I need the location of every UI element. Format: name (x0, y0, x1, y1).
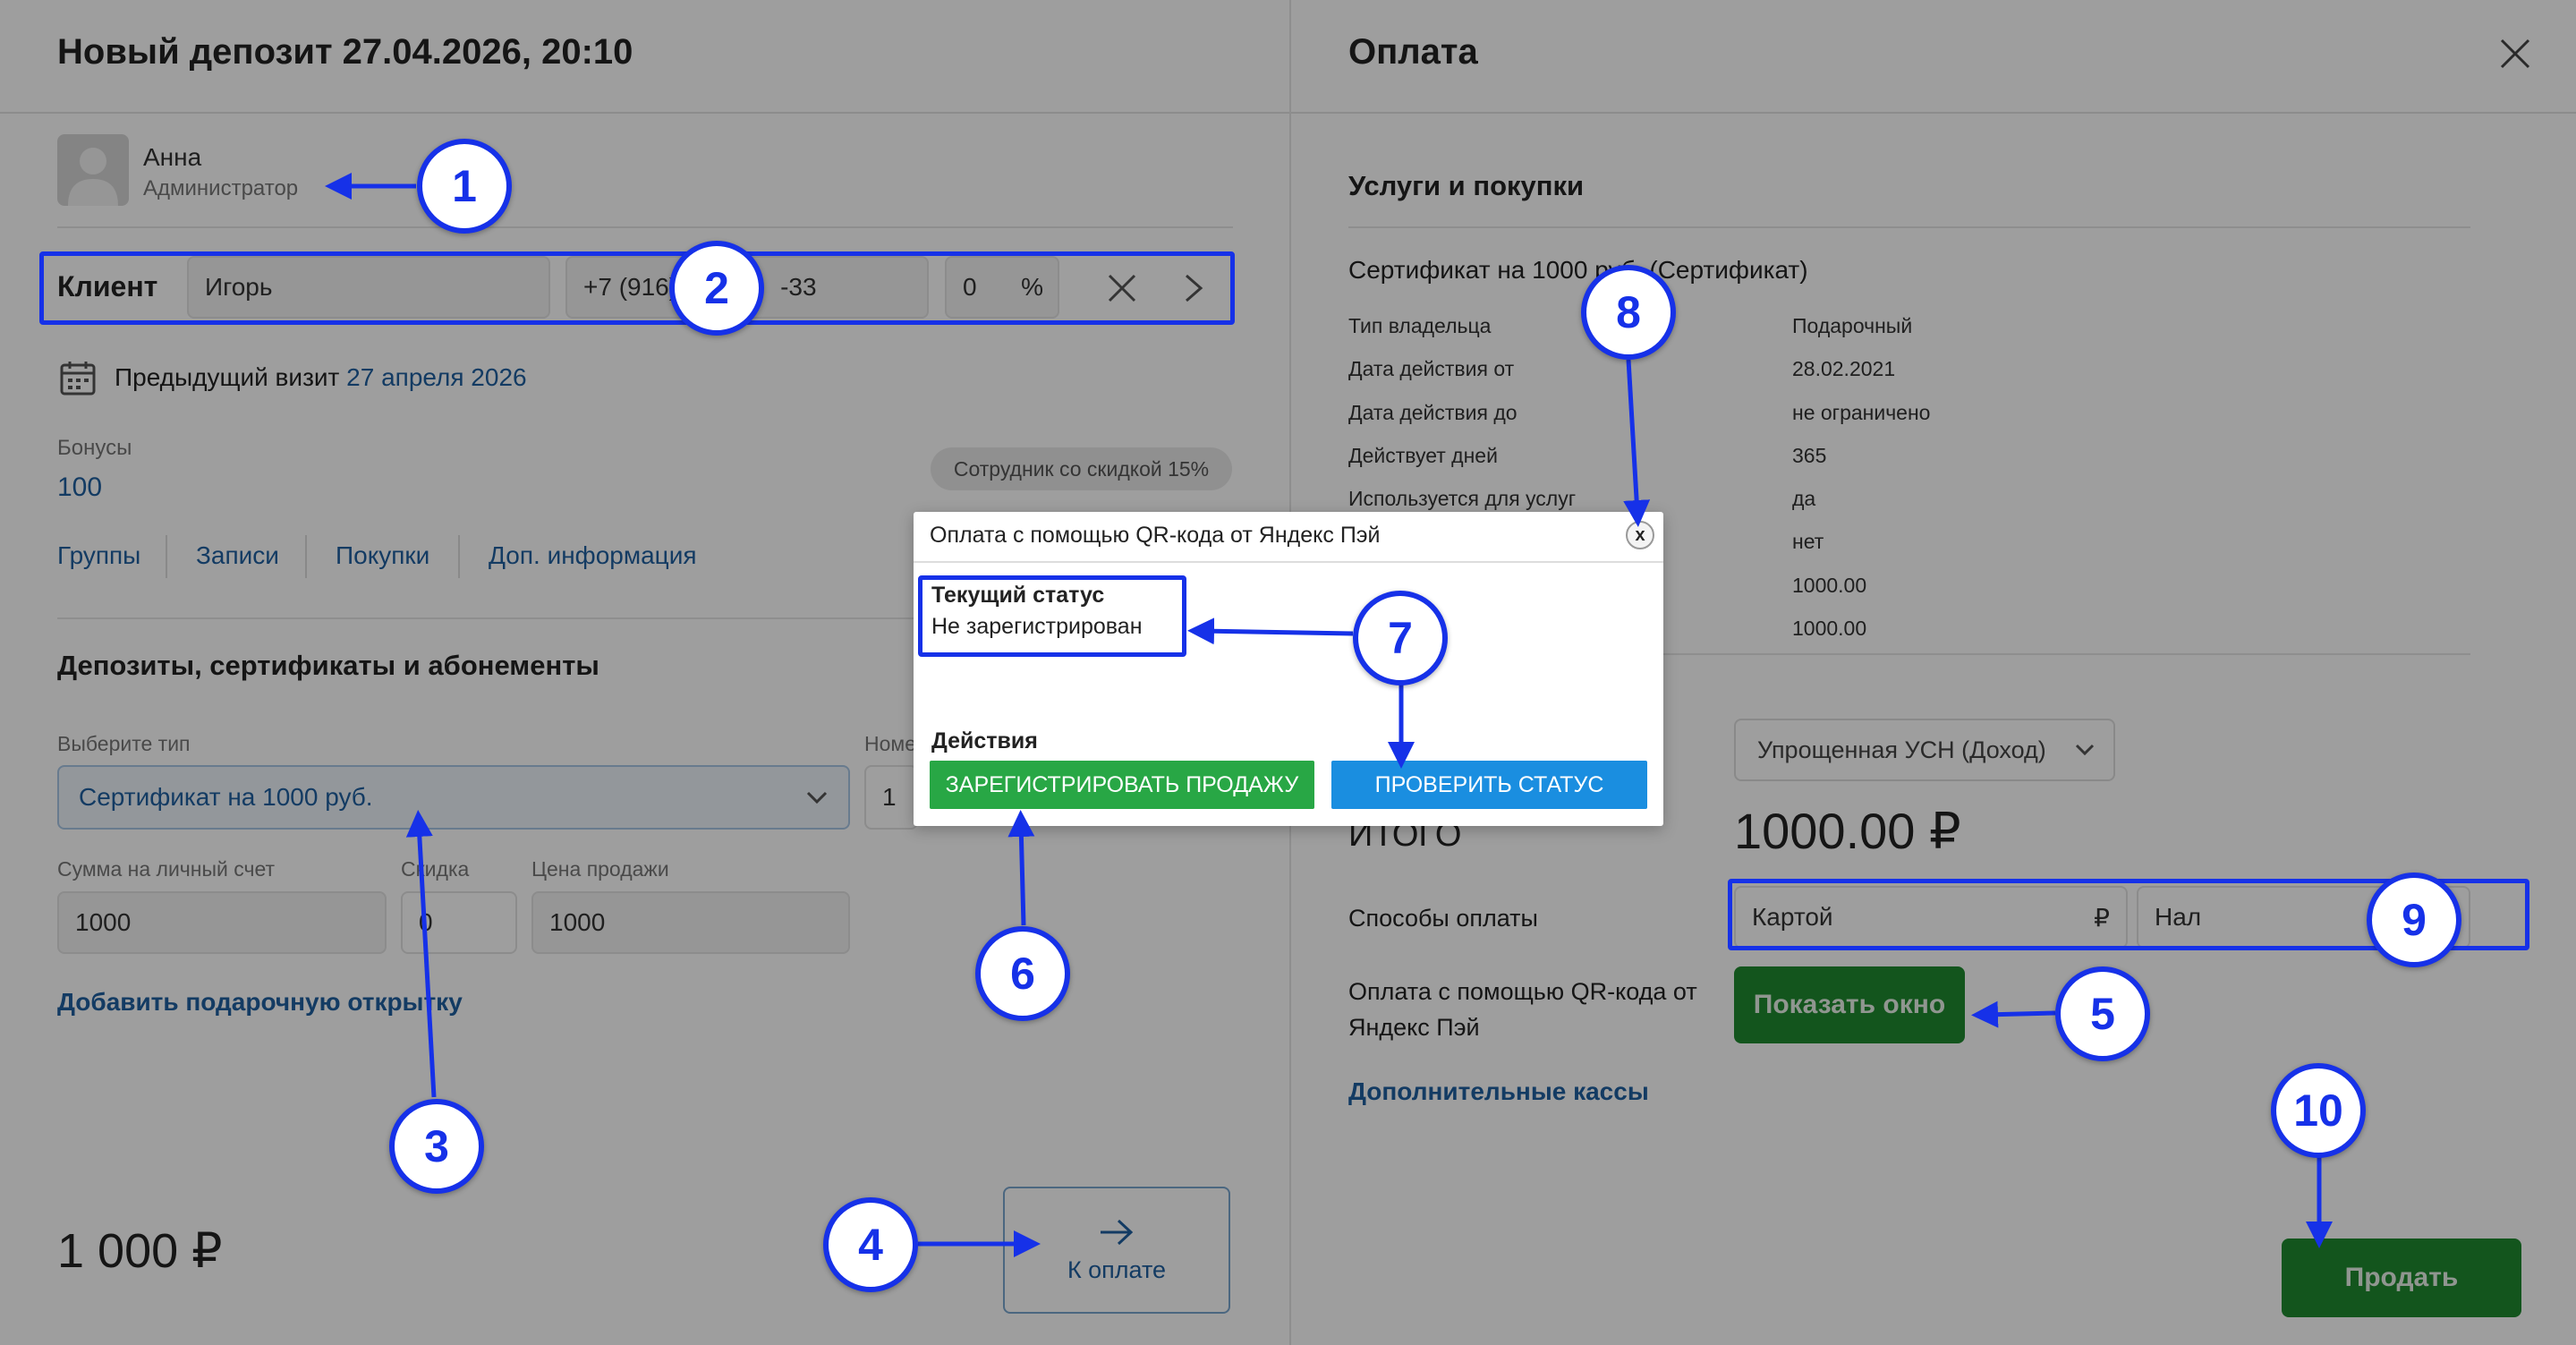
callout-6: 6 (975, 926, 1070, 1021)
callout-1: 1 (417, 139, 512, 234)
callout-4: 4 (823, 1197, 918, 1292)
callout-3: 3 (389, 1099, 484, 1194)
callout-8: 8 (1581, 265, 1676, 360)
callout-10: 10 (2271, 1063, 2366, 1158)
annotation-arrows (325, 173, 2333, 1257)
callout-5: 5 (2055, 966, 2150, 1061)
callout-9: 9 (2367, 873, 2461, 967)
callout-2: 2 (669, 241, 764, 336)
callout-7: 7 (1353, 591, 1448, 685)
